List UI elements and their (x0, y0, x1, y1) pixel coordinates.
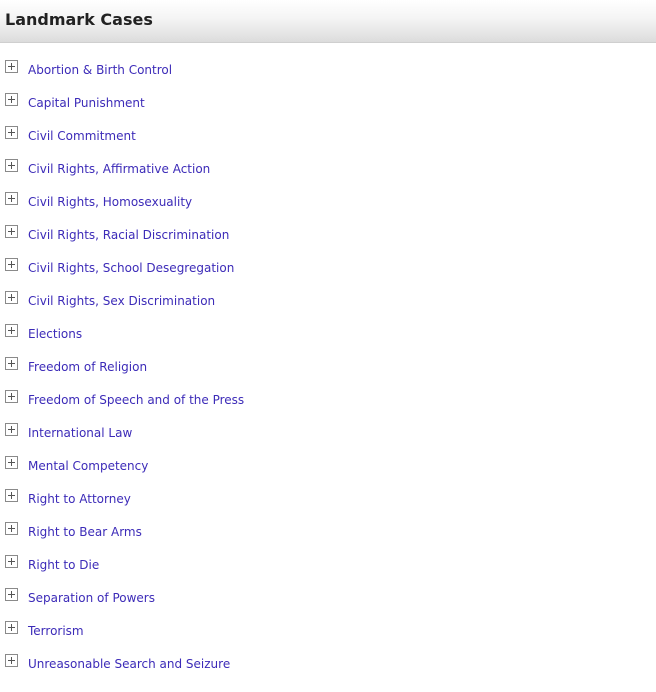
plus-box-icon[interactable] (5, 324, 18, 337)
category-link[interactable]: Unreasonable Search and Seizure (28, 656, 230, 672)
category-link[interactable]: Terrorism (28, 623, 84, 639)
category-link[interactable]: Civil Rights, School Desegregation (28, 260, 234, 276)
page-title: Landmark Cases (5, 10, 153, 29)
plus-box-icon[interactable] (5, 225, 18, 238)
category-link[interactable]: Right to Die (28, 557, 99, 573)
category-link[interactable]: Civil Rights, Sex Discrimination (28, 293, 215, 309)
plus-box-icon[interactable] (5, 423, 18, 436)
plus-box-icon[interactable] (5, 192, 18, 205)
category-link[interactable]: Elections (28, 326, 82, 342)
category-link[interactable]: International Law (28, 425, 132, 441)
category-link[interactable]: Capital Punishment (28, 95, 145, 111)
plus-box-icon[interactable] (5, 258, 18, 271)
category-link[interactable]: Abortion & Birth Control (28, 62, 172, 78)
category-link[interactable]: Civil Rights, Racial Discrimination (28, 227, 229, 243)
plus-box-icon[interactable] (5, 291, 18, 304)
category-link[interactable]: Civil Rights, Affirmative Action (28, 161, 210, 177)
plus-box-icon[interactable] (5, 555, 18, 568)
plus-box-icon[interactable] (5, 456, 18, 469)
category-link[interactable]: Freedom of Speech and of the Press (28, 392, 244, 408)
plus-box-icon[interactable] (5, 489, 18, 502)
plus-box-icon[interactable] (5, 654, 18, 667)
category-link[interactable]: Separation of Powers (28, 590, 155, 606)
category-link[interactable]: Civil Commitment (28, 128, 136, 144)
plus-box-icon[interactable] (5, 60, 18, 73)
category-link[interactable]: Mental Competency (28, 458, 148, 474)
plus-box-icon[interactable] (5, 159, 18, 172)
plus-box-icon[interactable] (5, 93, 18, 106)
category-link[interactable]: Civil Rights, Homosexuality (28, 194, 192, 210)
category-link[interactable]: Right to Bear Arms (28, 524, 142, 540)
category-link[interactable]: Right to Attorney (28, 491, 131, 507)
plus-box-icon[interactable] (5, 390, 18, 403)
plus-box-icon[interactable] (5, 621, 18, 634)
category-link[interactable]: Freedom of Religion (28, 359, 147, 375)
section-header: Landmark Cases (0, 0, 656, 43)
plus-box-icon[interactable] (5, 126, 18, 139)
plus-box-icon[interactable] (5, 588, 18, 601)
plus-box-icon[interactable] (5, 522, 18, 535)
plus-box-icon[interactable] (5, 357, 18, 370)
